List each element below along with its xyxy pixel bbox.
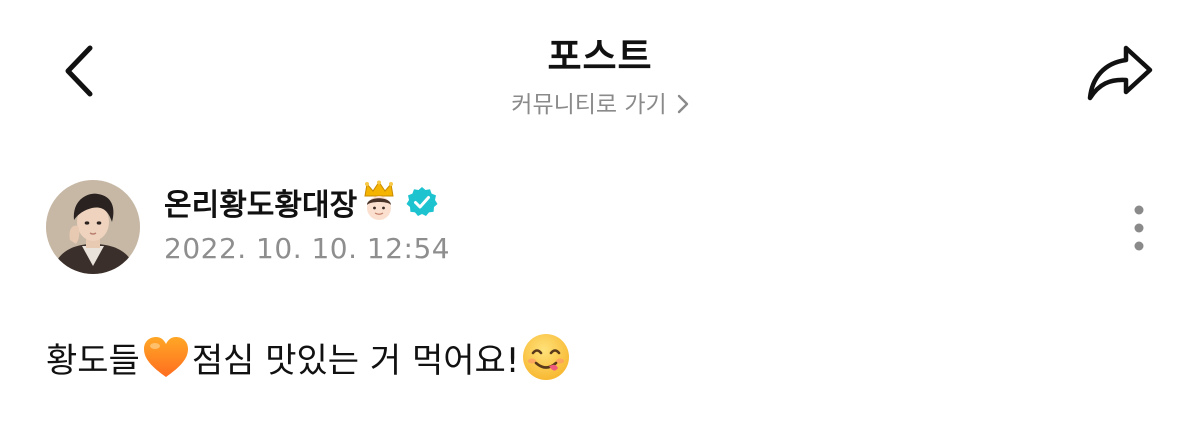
share-button[interactable]	[1082, 38, 1158, 108]
community-link-label: 커뮤니티로 가기	[511, 92, 667, 118]
crown-person-emoji	[364, 180, 394, 220]
author-row: 온리황도황대장	[164, 178, 439, 226]
post-timestamp: 2022. 10. 10. 12:54	[164, 232, 451, 265]
avatar[interactable]	[46, 180, 140, 274]
author-name[interactable]: 온리황도황대장	[164, 180, 357, 224]
post-content: 황도들 점심 맛있는 거 먹어요!	[46, 330, 571, 384]
orange-heart-emoji	[143, 337, 188, 377]
community-link[interactable]: 커뮤니티로 가기	[0, 85, 1200, 120]
verified-badge-icon	[406, 187, 438, 216]
avatar-image	[46, 180, 140, 274]
post-page: 포스트 커뮤니티로 가기 온리황도황대장 2022. 10. 10. 12:54…	[0, 0, 1200, 425]
more-options-button[interactable]	[1124, 202, 1154, 254]
more-vertical-icon	[1134, 205, 1144, 251]
yum-face-emoji	[523, 334, 570, 380]
chevron-right-icon	[677, 94, 689, 120]
page-title: 포스트	[547, 35, 653, 78]
post-text-part2: 점심 맛있는 거 먹어요!	[191, 340, 520, 381]
post-text-part1: 황도들	[46, 340, 140, 381]
share-arrow-icon	[1087, 45, 1153, 101]
